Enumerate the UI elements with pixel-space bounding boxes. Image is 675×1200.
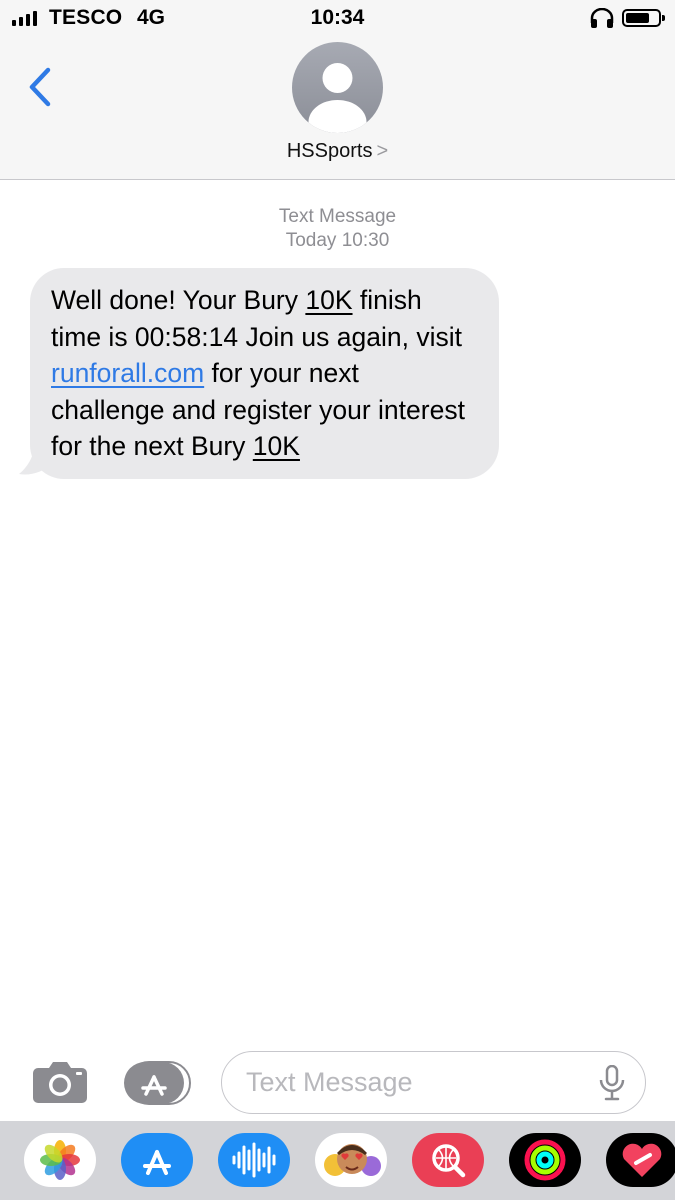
headphones-icon <box>590 8 614 28</box>
apps-button[interactable] <box>124 1061 192 1105</box>
message-input[interactable] <box>221 1051 646 1114</box>
status-time: 10:34 <box>310 6 365 29</box>
camera-icon <box>33 1062 87 1103</box>
person-silhouette-icon <box>308 63 367 133</box>
camera-button[interactable] <box>32 1060 88 1104</box>
memoji-stickers-icon <box>324 1144 381 1176</box>
microphone-icon[interactable] <box>598 1064 626 1101</box>
app-drawer <box>0 1121 675 1200</box>
web-search-app[interactable] <box>412 1133 484 1187</box>
message-text: Well done! Your Bury <box>51 285 306 315</box>
received-message-bubble[interactable]: Well done! Your Bury 10K finish time is … <box>30 268 499 479</box>
message-link[interactable]: runforall.com <box>51 358 204 388</box>
app-store-app[interactable] <box>121 1133 193 1187</box>
app-store-icon <box>143 1150 171 1175</box>
message-timestamp: Today 10:30 <box>285 230 390 251</box>
message-meta: Text Message Today 10:30 <box>0 205 675 253</box>
chevron-left-icon <box>29 67 51 107</box>
photos-icon <box>40 1140 80 1180</box>
service-label: Text Message <box>278 206 397 227</box>
digital-touch-icon <box>622 1143 662 1177</box>
photos-app[interactable] <box>24 1133 96 1187</box>
memoji-stickers-app[interactable] <box>315 1133 387 1187</box>
activity-app[interactable] <box>509 1133 581 1187</box>
digital-touch-app[interactable] <box>606 1133 675 1187</box>
conversation-header: TESCO 4G 10:34 HSSports > <box>0 0 675 180</box>
chevron-right-icon: > <box>376 140 389 162</box>
contact-name: HSSports <box>286 140 373 162</box>
battery-icon <box>622 9 665 27</box>
app-store-icon <box>124 1061 191 1105</box>
audio-message-icon <box>232 1142 276 1178</box>
audio-message-app[interactable] <box>218 1133 290 1187</box>
activity-icon <box>524 1139 566 1181</box>
contact-name-button[interactable]: HSSports > <box>0 140 675 163</box>
messages-screen: TESCO 4G 10:34 HSSports > Text Message T… <box>0 0 675 1200</box>
message-data-detector[interactable]: 10K <box>305 285 352 315</box>
web-search-icon <box>432 1144 466 1178</box>
contact-avatar[interactable] <box>292 42 383 133</box>
message-data-detector[interactable]: 10K <box>253 431 300 461</box>
back-button[interactable] <box>24 64 60 110</box>
status-bar: TESCO 4G 10:34 <box>0 0 675 38</box>
